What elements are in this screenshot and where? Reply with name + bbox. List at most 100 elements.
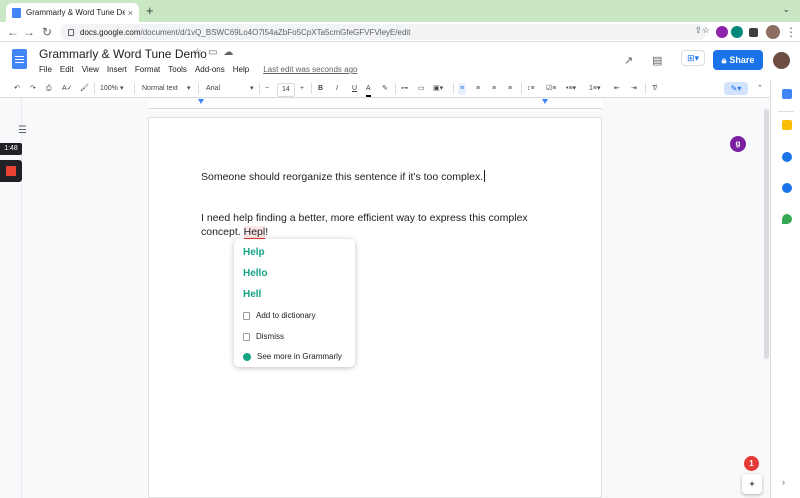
increase-indent-icon[interactable]: ⇥ (631, 83, 637, 95)
cloud-status-icon[interactable]: ☁ (223, 47, 239, 58)
checklist-icon[interactable]: ☑≡ (546, 83, 556, 95)
share-button[interactable]: 🔒︎ Share (713, 50, 763, 70)
menu-edit[interactable]: Edit (60, 65, 74, 74)
browser-profile-avatar[interactable] (766, 25, 780, 39)
grammarly-extension-icon[interactable] (716, 26, 728, 38)
zoom-select[interactable]: 100% (100, 83, 118, 95)
editing-mode-button[interactable]: ✎▾ (724, 82, 748, 95)
font-size-input[interactable]: 14 (277, 83, 295, 97)
toolbar-divider (94, 83, 95, 94)
align-left-icon[interactable]: ≡ (458, 83, 467, 95)
user-avatar[interactable] (773, 52, 790, 69)
menu-tools[interactable]: Tools (168, 65, 187, 74)
last-edit-link[interactable]: Last edit was seconds ago (263, 65, 357, 74)
horizontal-ruler (148, 99, 602, 109)
close-tab-icon[interactable]: × (128, 8, 133, 18)
activity-trend-icon[interactable]: ↗ (624, 54, 633, 67)
add-to-dictionary-button[interactable]: Add to dictionary (243, 311, 316, 320)
font-select[interactable]: Arial (206, 83, 220, 95)
decrease-font-size-button[interactable]: − (265, 83, 269, 95)
undo-icon[interactable]: ↶ (14, 83, 20, 95)
increase-font-size-button[interactable]: + (300, 83, 304, 95)
comments-icon[interactable]: ▤ (652, 54, 662, 67)
insert-link-icon[interactable]: ⊶ (401, 83, 408, 95)
present-meet-button[interactable]: ⊞▾ (681, 50, 705, 66)
chevron-down-icon: ▾ (250, 85, 254, 92)
highlight-color-icon[interactable]: ✎ (382, 83, 388, 95)
document-paragraph[interactable]: concept. Hepl! (201, 225, 268, 239)
vertical-scrollbar[interactable] (764, 109, 769, 359)
redo-icon[interactable]: ↷ (30, 83, 36, 95)
address-bar[interactable]: docs.google.com/document/d/1vQ_BSWC69Lo4… (60, 24, 707, 40)
menu-help[interactable]: Help (233, 65, 249, 74)
document-title[interactable]: Grammarly & Word Tune Demo (39, 47, 207, 61)
trash-icon (243, 332, 250, 341)
paragraph-text: concept. (201, 226, 244, 238)
wordtune-extension-icon[interactable] (731, 26, 743, 38)
calendar-icon[interactable] (782, 89, 792, 99)
menu-insert[interactable]: Insert (107, 65, 127, 74)
maps-icon[interactable] (782, 214, 792, 224)
clear-formatting-icon[interactable]: T̸ (652, 83, 656, 95)
insert-image-icon[interactable]: ▣▾ (433, 83, 443, 95)
move-folder-icon[interactable]: ▭ (208, 47, 223, 58)
italic-button[interactable]: I (336, 83, 338, 95)
star-icon[interactable]: ☆ (193, 47, 208, 58)
indent-marker-left[interactable] (198, 99, 204, 104)
share-page-icon[interactable]: ⇪ (694, 25, 702, 36)
paragraph-style-select[interactable]: Normal text (142, 83, 178, 95)
document-paragraph[interactable]: I need help finding a better, more effic… (201, 211, 528, 225)
suggestion-hell[interactable]: Hell (243, 289, 261, 300)
toolbar-divider (395, 83, 396, 94)
suggestion-hello[interactable]: Hello (243, 268, 267, 279)
recording-stop-button[interactable] (0, 160, 22, 182)
docs-logo-icon[interactable] (12, 49, 27, 69)
grammarly-widget-icon[interactable]: g (730, 136, 746, 152)
menu-format[interactable]: Format (135, 65, 160, 74)
text-color-button[interactable]: A (366, 83, 371, 97)
toolbar-divider (311, 83, 312, 94)
numbered-list-icon[interactable]: 1≡▾ (589, 83, 601, 95)
menu-view[interactable]: View (82, 65, 99, 74)
align-center-icon[interactable]: ≡ (476, 83, 480, 95)
indent-marker-right[interactable] (542, 99, 548, 104)
explore-button[interactable]: ✦ (742, 474, 762, 494)
text-cursor (484, 170, 486, 182)
bulleted-list-icon[interactable]: •≡▾ (566, 83, 576, 95)
see-more-in-grammarly-button[interactable]: See more in Grammarly (243, 352, 342, 361)
print-icon[interactable]: ⎙ (46, 83, 52, 95)
misspelled-word[interactable]: Hepl (243, 226, 266, 239)
bookmark-star-icon[interactable]: ☆ (702, 25, 710, 36)
browser-menu-icon[interactable]: ⋮ (784, 25, 798, 39)
extensions-puzzle-icon[interactable] (749, 28, 758, 37)
browser-tab[interactable]: Grammarly & Word Tune Demo × (6, 3, 139, 22)
bold-button[interactable]: B (318, 83, 323, 95)
forward-icon[interactable]: → (22, 25, 36, 39)
suggestion-help[interactable]: Help (243, 247, 265, 258)
spellcheck-icon[interactable]: A✓ (62, 83, 73, 95)
paint-format-icon[interactable]: 🖌︎ (80, 83, 89, 95)
underline-button[interactable]: U (352, 83, 357, 95)
menu-file[interactable]: File (39, 65, 52, 74)
expand-side-panel-icon[interactable]: › (782, 477, 785, 487)
toolbar-divider (259, 83, 260, 94)
add-comment-icon[interactable]: ▭ (418, 83, 425, 95)
hide-menus-chevron-icon[interactable]: ⌃ (757, 83, 763, 95)
document-paragraph[interactable]: Someone should reorganize this sentence … (201, 170, 486, 184)
docs-favicon-icon (12, 7, 21, 18)
justify-icon[interactable]: ≡ (508, 83, 512, 95)
line-spacing-icon[interactable]: ↕≡ (527, 83, 535, 95)
back-icon[interactable]: ← (6, 25, 20, 39)
title-actions: ☆▭☁ (193, 47, 239, 58)
new-tab-button[interactable]: + (146, 3, 154, 18)
keep-icon[interactable] (782, 120, 792, 130)
align-right-icon[interactable]: ≡ (492, 83, 496, 95)
document-outline-icon[interactable]: ☰ (18, 125, 27, 136)
decrease-indent-icon[interactable]: ⇤ (614, 83, 620, 95)
tasks-icon[interactable] (782, 152, 792, 162)
dismiss-button[interactable]: Dismiss (243, 332, 284, 341)
reload-icon[interactable]: ↻ (40, 25, 54, 39)
contacts-icon[interactable] (782, 183, 792, 193)
tab-search-chevron-icon[interactable]: ⌄ (782, 4, 790, 15)
menu-add-ons[interactable]: Add-ons (195, 65, 225, 74)
